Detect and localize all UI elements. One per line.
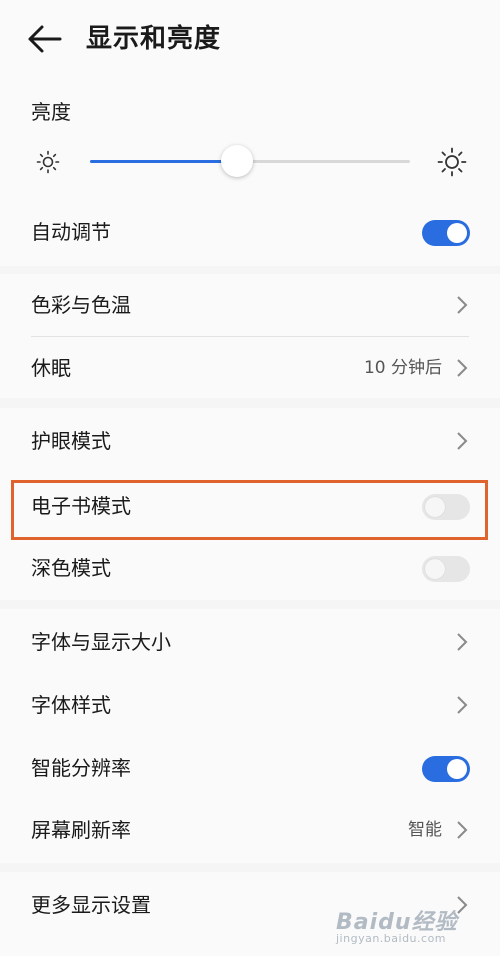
arrow-left-icon[interactable] — [26, 21, 66, 57]
auto-brightness-label: 自动调节 — [31, 220, 111, 244]
font-size-label: 字体与显示大小 — [31, 630, 171, 654]
auto-brightness-row[interactable]: 自动调节 — [0, 201, 500, 263]
brightness-slider[interactable] — [90, 145, 410, 177]
color-temp-row[interactable]: 色彩与色温 — [0, 274, 500, 336]
brightness-slider-thumb[interactable] — [221, 145, 254, 177]
brightness-slider-fill — [90, 160, 238, 163]
chevron-right-icon — [457, 296, 468, 314]
more-display-settings-label: 更多显示设置 — [31, 893, 151, 917]
chevron-right-icon — [457, 696, 468, 714]
header: 显示和亮度 — [0, 0, 500, 84]
sleep-value: 10 分钟后 — [363, 358, 442, 378]
baidu-watermark: Baidu经验 jingyan.baidu.com — [336, 902, 486, 950]
auto-brightness-toggle[interactable] — [422, 220, 470, 246]
watermark-url: jingyan.baidu.com — [336, 932, 447, 945]
sleep-label: 休眠 — [31, 356, 71, 380]
refresh-rate-label: 屏幕刷新率 — [31, 818, 131, 842]
toggle-knob — [425, 559, 445, 579]
toggle-knob — [447, 223, 467, 243]
toggle-knob — [447, 759, 467, 779]
color-temp-label: 色彩与色温 — [31, 293, 131, 317]
font-size-row[interactable]: 字体与显示大小 — [0, 611, 500, 673]
smart-resolution-row[interactable]: 智能分辨率 — [0, 737, 500, 799]
page-title: 显示和亮度 — [86, 24, 222, 54]
dark-mode-toggle[interactable] — [422, 556, 470, 582]
eye-comfort-row[interactable]: 护眼模式 — [0, 410, 500, 472]
chevron-right-icon — [457, 821, 468, 839]
dark-mode-label: 深色模式 — [31, 556, 111, 580]
chevron-right-icon — [457, 633, 468, 651]
sun-large-icon — [437, 147, 467, 177]
brightness-label: 亮度 — [31, 100, 71, 124]
font-style-row[interactable]: 字体样式 — [0, 674, 500, 736]
chevron-right-icon — [457, 359, 468, 377]
sun-small-icon — [36, 150, 60, 174]
highlight-box — [11, 480, 488, 540]
refresh-rate-value: 智能 — [408, 820, 442, 840]
chevron-right-icon — [457, 432, 468, 450]
font-style-label: 字体样式 — [31, 693, 111, 717]
eye-comfort-label: 护眼模式 — [31, 429, 111, 453]
smart-resolution-label: 智能分辨率 — [31, 756, 131, 780]
refresh-rate-row[interactable]: 屏幕刷新率 智能 — [0, 799, 500, 861]
dark-mode-row[interactable]: 深色模式 — [0, 537, 500, 599]
sleep-row[interactable]: 休眠 10 分钟后 — [0, 337, 500, 399]
smart-resolution-toggle[interactable] — [422, 756, 470, 782]
